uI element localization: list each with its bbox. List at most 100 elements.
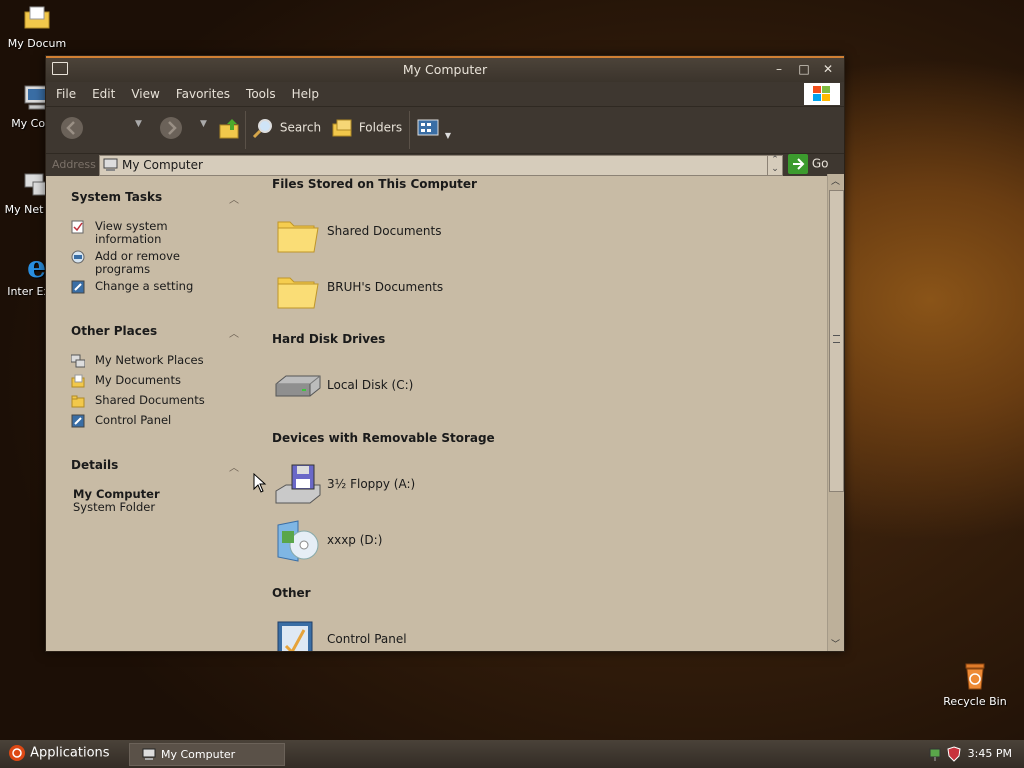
control-panel-icon: [71, 414, 85, 428]
task-label: Change a setting: [95, 279, 194, 293]
details-title: Details: [71, 458, 119, 472]
place-label: My Network Places: [95, 353, 204, 367]
explorer-window: My Computer – □ ✕ File Edit View Favorites T…: [45, 55, 845, 652]
forward-button[interactable]: [159, 116, 183, 143]
up-folder-button[interactable]: [218, 116, 242, 143]
cd-drive-icon: [277, 520, 319, 562]
folder-icon: [277, 221, 319, 253]
details-type: System Folder: [73, 500, 156, 514]
place-label: Control Panel: [95, 413, 172, 427]
folders-button[interactable]: Folders: [331, 116, 402, 140]
menu-help[interactable]: Help: [284, 82, 327, 101]
control-panel-icon: [277, 621, 313, 651]
forward-arrow-icon: [160, 117, 182, 139]
task-pane: System Tasks ︿ View system information A…: [46, 174, 256, 651]
grip-icon: [833, 335, 840, 343]
close-button[interactable]: ✕: [817, 60, 839, 78]
scroll-down-icon[interactable]: ﹀: [828, 637, 843, 651]
go-button[interactable]: Go: [788, 154, 828, 174]
folder-icon: [71, 395, 85, 408]
security-shield-tray-icon[interactable]: [947, 746, 961, 765]
menu-tools[interactable]: Tools: [238, 82, 284, 101]
collapse-chevron-icon[interactable]: ︿: [229, 325, 239, 340]
system-info-icon: [71, 220, 84, 234]
taskbar-window-my-computer[interactable]: My Computer: [129, 743, 285, 766]
control-panel-icon: [71, 280, 85, 294]
maximize-button[interactable]: □: [793, 60, 815, 78]
svg-text:e: e: [27, 250, 46, 282]
applications-menu[interactable]: Applications: [8, 744, 110, 762]
group-files-stored: Files Stored on This Computer: [272, 177, 477, 191]
scrollbar-thumb[interactable]: [829, 190, 844, 492]
system-tasks-title: System Tasks: [71, 190, 163, 204]
recycle-bin-icon: [959, 660, 991, 692]
address-dropdown-icon[interactable]: ⌃ ⌄: [767, 156, 782, 175]
content-pane: Files Stored on This Computer Shared Doc…: [256, 174, 826, 651]
documents-folder-icon: [71, 374, 85, 388]
item-label: Shared Documents: [327, 224, 442, 238]
menu-file[interactable]: File: [48, 82, 84, 101]
item-label: Local Disk (C:): [327, 378, 414, 392]
title-bar[interactable]: My Computer – □ ✕: [46, 56, 844, 82]
item-label: 3½ Floppy (A:): [327, 477, 416, 491]
group-hard-disk-drives: Hard Disk Drives: [272, 332, 386, 346]
address-label: Address: [52, 158, 96, 171]
task-label: View system information: [95, 219, 168, 246]
back-dropdown-icon[interactable]: ▼: [135, 119, 142, 129]
views-button[interactable]: ▼: [417, 118, 451, 141]
network-icon: [71, 354, 85, 368]
minimize-button[interactable]: –: [768, 60, 790, 78]
other-places-title: Other Places: [71, 324, 158, 338]
place-label: Shared Documents: [95, 393, 205, 407]
toolbar: ▼ ▼ Search Folders ▼: [46, 106, 844, 153]
window-title: My Computer: [402, 62, 488, 77]
toolbar-separator: [245, 111, 246, 149]
menu-edit[interactable]: Edit: [84, 82, 123, 101]
go-arrow-icon: [788, 154, 808, 174]
menu-favorites[interactable]: Favorites: [168, 82, 238, 101]
views-dropdown-icon: ▼: [444, 131, 451, 140]
group-removable-storage: Devices with Removable Storage: [272, 431, 495, 445]
back-arrow-icon: [61, 117, 83, 139]
add-remove-programs-icon: [71, 250, 85, 264]
item-label: Control Panel: [327, 632, 407, 646]
collapse-chevron-icon[interactable]: ︿: [229, 191, 239, 206]
clock[interactable]: 3:45 PM: [968, 747, 1012, 760]
computer-icon: [142, 748, 156, 760]
desktop-icon-label: My Docum: [7, 37, 67, 50]
desktop-icon-my-documents[interactable]: My Docum: [2, 2, 72, 50]
views-icon: [417, 119, 439, 136]
folder-icon: [21, 2, 53, 34]
address-field[interactable]: My Computer ⌃ ⌄: [99, 155, 783, 176]
address-bar: Address My Computer ⌃ ⌄ Go: [46, 153, 844, 176]
scroll-up-icon[interactable]: ︿: [828, 174, 843, 188]
ubuntu-logo-icon: [9, 745, 25, 761]
item-label: xxxp (D:): [327, 533, 383, 547]
task-label: Add or remove programs: [95, 249, 181, 276]
go-label: Go: [811, 156, 829, 171]
mouse-cursor-icon: [253, 473, 267, 493]
applications-label: Applications: [30, 745, 110, 761]
group-other: Other: [272, 586, 311, 600]
folders-icon: [332, 119, 352, 137]
forward-dropdown-icon[interactable]: ▼: [200, 119, 207, 129]
desktop-icon-label: Recycle Bin: [943, 695, 1007, 708]
floppy-drive-icon: [275, 464, 321, 504]
place-label: My Documents: [95, 373, 181, 387]
desktop-icon-recycle-bin[interactable]: Recycle Bin: [940, 660, 1010, 708]
search-label: Search: [279, 120, 322, 135]
taskbar: Applications My Computer 3:45 PM: [0, 740, 1024, 768]
toolbar-separator: [409, 111, 410, 149]
search-icon: [252, 119, 272, 139]
menu-view[interactable]: View: [123, 82, 167, 101]
network-tray-icon[interactable]: [928, 746, 944, 765]
windows-logo-icon: [804, 83, 840, 105]
search-button[interactable]: Search: [252, 116, 321, 140]
vertical-scrollbar[interactable]: ︿ ﹀: [827, 174, 844, 651]
details-name: My Computer: [73, 487, 160, 501]
folders-label: Folders: [358, 120, 403, 135]
collapse-chevron-icon[interactable]: ︿: [229, 459, 239, 474]
back-button[interactable]: [60, 116, 84, 143]
menu-bar: File Edit View Favorites Tools Help: [46, 82, 844, 106]
taskbar-window-label: My Computer: [161, 748, 236, 761]
